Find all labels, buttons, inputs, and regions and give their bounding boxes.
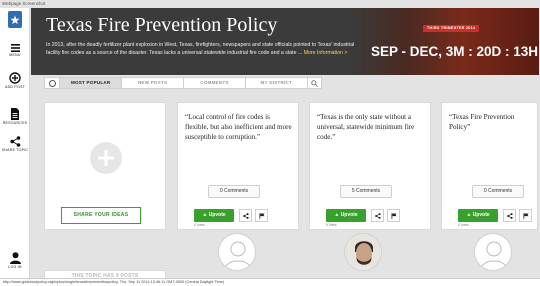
sidebar-item-label: LOG IN (8, 265, 22, 269)
sidebar-item-menu[interactable]: MENU (0, 44, 30, 57)
search-button[interactable] (308, 78, 321, 88)
tab-radio[interactable] (45, 78, 61, 88)
share-icon (506, 212, 513, 219)
window-title: Webpage Screenshot (2, 1, 46, 6)
sidebar-item-label: MENU (9, 53, 21, 57)
share-icon (9, 136, 20, 147)
comments-button[interactable]: 0 Comments (208, 185, 260, 198)
flag-button[interactable] (519, 209, 532, 222)
upvote-arrow-icon: ▲ (466, 212, 472, 218)
sidebar-item-label: SHARE TOPIC (1, 148, 29, 152)
share-icon (242, 212, 249, 219)
share-button[interactable] (503, 209, 516, 222)
add-idea-area[interactable] (56, 118, 156, 197)
sidebar-item-share-topic[interactable]: SHARE TOPIC (0, 136, 30, 152)
site-logo[interactable] (8, 11, 22, 28)
post-quote[interactable]: “Local control of fire codes is flexible… (185, 112, 293, 142)
tab-new-posts[interactable]: NEW POSTS (122, 78, 184, 88)
hero-fire-image (349, 8, 539, 75)
comments-button[interactable]: 0 Comments (472, 185, 524, 198)
upvote-label: Upvote (208, 212, 226, 218)
document-icon (11, 108, 19, 120)
topic-hero: Texas Fire Prevention Policy In 2013, af… (31, 8, 539, 75)
plus-circle-icon (90, 141, 122, 174)
filter-tabs: MOST POPULAR NEW POSTS COMMENTS MY DISTR… (44, 77, 322, 89)
page: Webpage Screenshot MENU ADD POST RESOURC… (0, 0, 540, 286)
tab-my-district[interactable]: MY DISTRICT (246, 78, 308, 88)
sidebar-item-label: RESOURCES (2, 121, 28, 125)
flag-icon (259, 212, 264, 219)
sidebar-item-add-post[interactable]: ADD POST (0, 72, 30, 89)
plus-circle-icon (9, 72, 21, 84)
sidebar-item-resources[interactable]: RESOURCES (0, 108, 30, 125)
post-quote[interactable]: “Texas Fire Prevention Policy” (449, 112, 533, 132)
upvote-label: Upvote (472, 212, 490, 218)
plus-icon (98, 149, 114, 166)
flag-button[interactable] (387, 209, 400, 222)
page-title: Texas Fire Prevention Policy (46, 14, 278, 36)
more-information-link[interactable]: More Information > (304, 50, 348, 56)
radio-icon (48, 79, 56, 87)
comments-button[interactable]: 5 Comments (340, 185, 392, 198)
post-card: “Texas is the only state without a unive… (309, 102, 431, 230)
flag-button[interactable] (255, 209, 268, 222)
author-photo (345, 234, 381, 270)
upvote-button[interactable]: ▲ Upvote (458, 209, 498, 222)
user-placeholder-icon (480, 241, 508, 270)
upvote-label: Upvote (340, 212, 358, 218)
tab-most-popular[interactable]: MOST POPULAR (60, 78, 123, 88)
upvote-button[interactable]: ▲ Upvote (194, 209, 234, 222)
author-avatar[interactable] (474, 233, 512, 271)
upvote-button[interactable]: ▲ Upvote (326, 209, 366, 222)
star-icon (10, 15, 20, 24)
post-quote[interactable]: “Texas is the only state without a unive… (317, 112, 425, 142)
sidebar-item-label: ADD POST (5, 85, 25, 89)
status-bar-url: http://www.gridshoutpolicy.org/topics/si… (0, 278, 540, 286)
share-icon (374, 212, 381, 219)
tab-comments[interactable]: COMMENTS (184, 78, 246, 88)
post-card: “Local control of fire codes is flexible… (177, 102, 299, 230)
author-avatar[interactable] (218, 233, 256, 271)
vote-count: 0 Votes (458, 223, 469, 227)
vote-count: 0 Votes (194, 223, 205, 227)
user-placeholder-icon (224, 241, 252, 270)
add-idea-card: SHARE YOUR IDEAS (44, 102, 166, 230)
topic-description: In 2013, after the deadly fertilizer pla… (46, 41, 356, 57)
author-avatar[interactable] (344, 233, 382, 271)
sidebar: MENU ADD POST RESOURCES SHARE TOPIC LOG … (0, 8, 30, 278)
share-your-ideas-button[interactable]: SHARE YOUR IDEAS (61, 207, 141, 224)
user-icon (9, 252, 21, 264)
hamburger-icon (10, 44, 20, 52)
post-card: “Texas Fire Prevention Policy” 0 Comment… (441, 102, 538, 230)
countdown-timer: SEP - DEC, 3M : 20D : 13H (371, 44, 539, 59)
upvote-arrow-icon: ▲ (334, 212, 340, 218)
share-button[interactable] (371, 209, 384, 222)
flag-icon (523, 212, 528, 219)
flag-icon (391, 212, 396, 219)
search-icon (311, 79, 318, 87)
vote-count: 5 Votes (326, 223, 337, 227)
sidebar-item-log-in[interactable]: LOG IN (0, 252, 30, 269)
share-button[interactable] (239, 209, 252, 222)
upvote-arrow-icon: ▲ (202, 212, 208, 218)
trimester-badge: THIRD TRIMESTER 2014 (423, 25, 480, 32)
